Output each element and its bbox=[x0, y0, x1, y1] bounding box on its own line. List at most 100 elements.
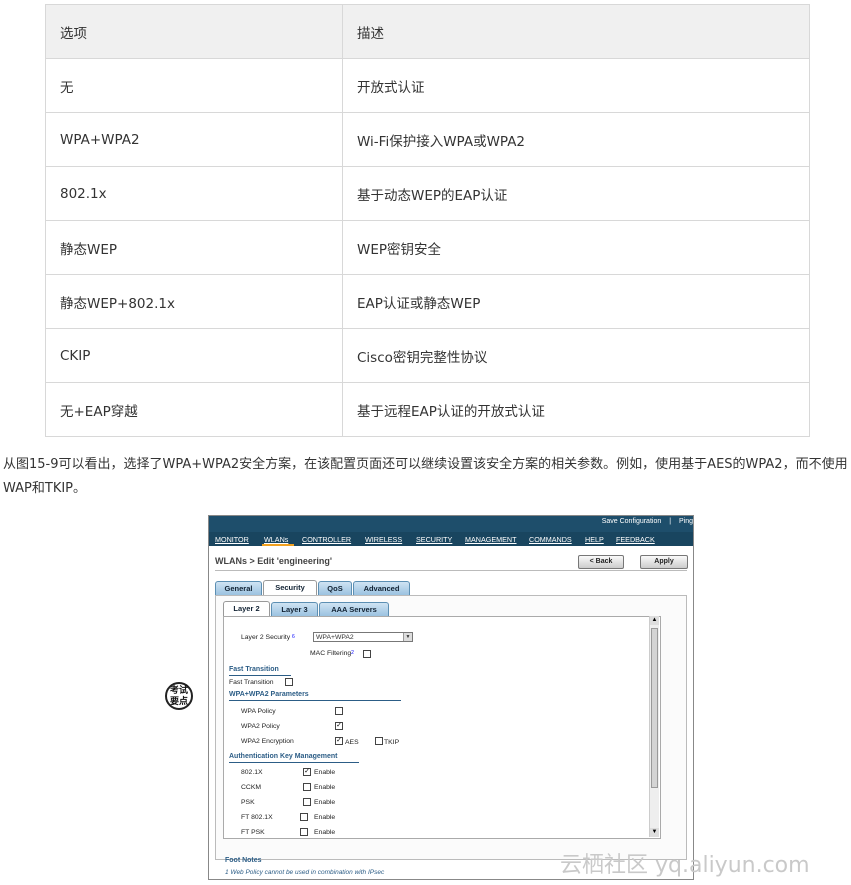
aes-checkbox[interactable]: ✓ bbox=[335, 737, 343, 745]
tab-advanced[interactable]: Advanced bbox=[353, 581, 410, 595]
wpa-policy-label: WPA Policy bbox=[241, 708, 276, 715]
menu-commands[interactable]: COMMANDS bbox=[529, 535, 572, 544]
table-row: 无+EAP穿越 基于远程EAP认证的开放式认证 bbox=[45, 382, 810, 437]
menu-selection-indicator bbox=[262, 544, 294, 546]
apply-button[interactable]: Apply bbox=[640, 555, 688, 569]
exam-point-badge: 考试 要点 bbox=[165, 682, 193, 710]
menu-wlans[interactable]: WLANs bbox=[264, 535, 288, 544]
top-links: Save Configuration | Ping bbox=[596, 518, 693, 525]
akm-8021x-label: 802.1X bbox=[241, 769, 263, 776]
wpa-policy-checkbox[interactable] bbox=[335, 707, 343, 715]
option-cell: 无 bbox=[45, 58, 343, 113]
back-button[interactable]: < Back bbox=[578, 555, 624, 569]
scrollbar-thumb[interactable] bbox=[651, 628, 658, 788]
scroll-down-icon[interactable]: ▼ bbox=[650, 828, 659, 837]
table-row: 静态WEP WEP密钥安全 bbox=[45, 220, 810, 275]
description-cell: 基于远程EAP认证的开放式认证 bbox=[342, 382, 810, 437]
enable-label: Enable bbox=[314, 799, 336, 806]
menu-feedback[interactable]: FEEDBACK bbox=[616, 535, 655, 544]
mac-filtering-checkbox[interactable] bbox=[363, 650, 371, 658]
description-cell: 基于动态WEP的EAP认证 bbox=[342, 166, 810, 221]
tab-general[interactable]: General bbox=[215, 581, 262, 595]
layer2-security-value: WPA+WPA2 bbox=[316, 634, 354, 641]
subtab-layer3[interactable]: Layer 3 bbox=[271, 602, 318, 616]
menu-controller[interactable]: CONTROLLER bbox=[302, 535, 351, 544]
table-row: WPA+WPA2 Wi-Fi保护接入WPA或WPA2 bbox=[45, 112, 810, 167]
watermark: 云栖社区 yq.aliyun.com bbox=[560, 853, 810, 878]
description-cell: EAP认证或静态WEP bbox=[342, 274, 810, 329]
option-cell: 静态WEP bbox=[45, 220, 343, 275]
tab-qos[interactable]: QoS bbox=[318, 581, 352, 595]
footnote-1: 1 Web Policy cannot be used in combinati… bbox=[225, 869, 385, 876]
main-menu: MONITOR WLANs CONTROLLER WIRELESS SECURI… bbox=[209, 532, 693, 546]
wpa-params-section: WPA+WPA2 Parameters bbox=[229, 691, 309, 698]
subtab-aaa-servers[interactable]: AAA Servers bbox=[319, 602, 389, 616]
table-row: CKIP Cisco密钥完整性协议 bbox=[45, 328, 810, 383]
section-underline bbox=[229, 675, 291, 676]
enable-label: Enable bbox=[314, 769, 336, 776]
wpa2-policy-checkbox[interactable]: ✓ bbox=[335, 722, 343, 730]
mac-filtering-label: MAC Filtering2 bbox=[310, 650, 354, 657]
akm-ftpsk-label: FT PSK bbox=[241, 829, 265, 836]
enable-label: Enable bbox=[314, 814, 336, 821]
description-cell: WEP密钥安全 bbox=[342, 220, 810, 275]
layer2-scroll-area: Layer 2 Security 6 WPA+WPA2 ▼ MAC Filter… bbox=[223, 616, 661, 839]
ping-link[interactable]: Ping bbox=[679, 518, 693, 525]
table-row: 无开放式认证 bbox=[45, 58, 810, 113]
section-underline bbox=[229, 700, 401, 701]
description-cell: Wi-Fi保护接入WPA或WPA2 bbox=[342, 112, 810, 167]
save-configuration-link[interactable]: Save Configuration bbox=[602, 518, 662, 525]
table-header-row: 选项 描述 bbox=[45, 4, 810, 59]
akm-section: Authentication Key Management bbox=[229, 753, 338, 760]
akm-psk-label: PSK bbox=[241, 799, 255, 806]
akm-ftpsk-checkbox[interactable] bbox=[300, 828, 308, 836]
tkip-checkbox[interactable] bbox=[375, 737, 383, 745]
table-row: 静态WEP+802.1x EAP认证或静态WEP bbox=[45, 274, 810, 329]
title-divider bbox=[215, 570, 687, 571]
subtab-layer2[interactable]: Layer 2 bbox=[223, 601, 270, 617]
option-cell: 无+EAP穿越 bbox=[45, 382, 343, 437]
table-row: 802.1x 基于动态WEP的EAP认证 bbox=[45, 166, 810, 221]
enable-label: Enable bbox=[314, 829, 336, 836]
akm-psk-checkbox[interactable] bbox=[303, 798, 311, 806]
menu-security[interactable]: SECURITY bbox=[416, 535, 452, 544]
tab-security[interactable]: Security bbox=[263, 580, 317, 596]
menu-help[interactable]: HELP bbox=[585, 535, 604, 544]
section-underline bbox=[229, 762, 359, 763]
chevron-down-icon: ▼ bbox=[403, 633, 412, 641]
scroll-up-icon[interactable]: ▲ bbox=[650, 616, 659, 625]
header-description: 描述 bbox=[342, 4, 810, 59]
footnotes-title: Foot Notes bbox=[225, 857, 262, 864]
wpa2-encryption-label: WPA2 Encryption bbox=[241, 738, 294, 745]
description-cell: 开放式认证 bbox=[342, 58, 810, 113]
body-paragraph: 从图15-9可以看出，选择了WPA+WPA2安全方案，在该配置页面还可以继续设置… bbox=[3, 457, 848, 496]
menu-management[interactable]: MANAGEMENT bbox=[465, 535, 517, 544]
fast-transition-label: Fast Transition bbox=[229, 679, 274, 686]
menu-monitor[interactable]: MONITOR bbox=[215, 535, 249, 544]
akm-ft8021x-label: FT 802.1X bbox=[241, 814, 273, 821]
tkip-label: TKIP bbox=[384, 739, 400, 746]
wlan-config-screenshot: Save Configuration | Ping MONITOR WLANs … bbox=[208, 515, 694, 880]
description-cell: Cisco密钥完整性协议 bbox=[342, 328, 810, 383]
vertical-scrollbar[interactable]: ▲ ▼ bbox=[649, 616, 659, 837]
akm-8021x-checkbox[interactable]: ✓ bbox=[303, 768, 311, 776]
option-cell: WPA+WPA2 bbox=[45, 112, 343, 167]
options-table: 选项 描述 无开放式认证 WPA+WPA2 Wi-Fi保护接入WPA或WPA2 8… bbox=[45, 4, 810, 437]
top-separator: | bbox=[669, 518, 672, 525]
fast-transition-checkbox[interactable] bbox=[285, 678, 293, 686]
akm-cckm-checkbox[interactable] bbox=[303, 783, 311, 791]
menu-wireless[interactable]: WIRELESS bbox=[365, 535, 402, 544]
page-title: WLANs > Edit 'engineering' bbox=[215, 556, 333, 566]
option-cell: 802.1x bbox=[45, 166, 343, 221]
aes-label: AES bbox=[345, 739, 359, 746]
wpa2-policy-label: WPA2 Policy bbox=[241, 723, 280, 730]
badge-line1: 考试 bbox=[169, 686, 188, 696]
layer2-security-select[interactable]: WPA+WPA2 ▼ bbox=[313, 632, 413, 642]
header-option: 选项 bbox=[45, 4, 343, 59]
fast-transition-section: Fast Transition bbox=[229, 666, 279, 673]
option-cell: CKIP bbox=[45, 328, 343, 383]
enable-label: Enable bbox=[314, 784, 336, 791]
akm-ft8021x-checkbox[interactable] bbox=[300, 813, 308, 821]
option-cell: 静态WEP+802.1x bbox=[45, 274, 343, 329]
badge-line2: 要点 bbox=[169, 697, 188, 707]
